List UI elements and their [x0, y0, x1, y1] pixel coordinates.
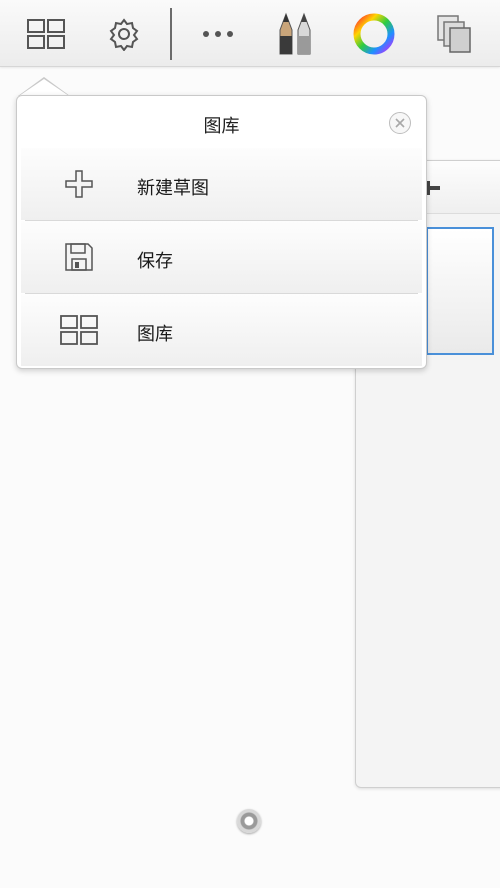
- more-button[interactable]: [194, 10, 242, 58]
- menu-item-gallery[interactable]: 图库: [21, 294, 422, 366]
- add-icon[interactable]: [426, 181, 440, 195]
- gallery-popover: 图库 新建草图 保存 图库: [16, 95, 427, 369]
- layers-icon: [437, 15, 471, 53]
- menu-item-label: 新建草图: [137, 178, 209, 199]
- gallery-button[interactable]: [22, 10, 70, 58]
- top-toolbar: [0, 0, 500, 67]
- popover-title: 图库: [203, 116, 240, 137]
- center-handle[interactable]: [237, 809, 261, 833]
- save-disk-icon: [59, 239, 99, 275]
- gallery-grid-icon: [27, 19, 65, 49]
- settings-gear-icon: [109, 18, 139, 51]
- color-wheel-icon: [353, 13, 395, 55]
- gallery-grid-icon: [59, 312, 99, 348]
- close-button[interactable]: [389, 112, 411, 134]
- color-button[interactable]: [350, 10, 398, 58]
- brush-tools-button[interactable]: [272, 10, 320, 58]
- popover-arrow-inner: [19, 79, 69, 96]
- menu-item-save[interactable]: 保存: [21, 221, 422, 293]
- brush-tools-icon: [279, 12, 311, 55]
- sketch-thumbnail[interactable]: [426, 227, 494, 355]
- settings-button[interactable]: [100, 10, 148, 58]
- layers-button[interactable]: [430, 10, 478, 58]
- menu-item-new-sketch[interactable]: 新建草图: [21, 148, 422, 220]
- toolbar-separator: [170, 8, 172, 60]
- menu-item-label: 图库: [137, 324, 173, 345]
- close-icon: [395, 118, 405, 128]
- plus-icon: [59, 166, 99, 202]
- more-dots-icon: [203, 31, 233, 37]
- popover-header: 图库: [17, 96, 426, 148]
- menu-item-label: 保存: [137, 251, 173, 272]
